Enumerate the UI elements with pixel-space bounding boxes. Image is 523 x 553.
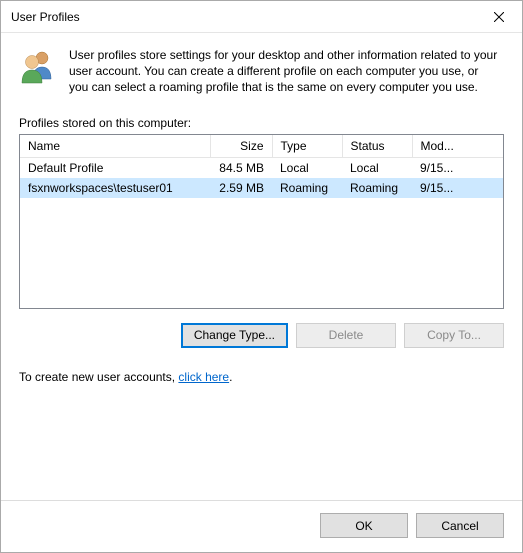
column-header-type[interactable]: Type [272, 135, 342, 158]
close-icon [494, 12, 504, 22]
cell-size: 84.5 MB [210, 157, 272, 178]
intro-section: User profiles store settings for your de… [19, 47, 504, 96]
table-row[interactable]: fsxnworkspaces\testuser01 2.59 MB Roamin… [20, 178, 503, 198]
copy-to-button: Copy To... [404, 323, 504, 348]
cell-type: Roaming [272, 178, 342, 198]
dialog-footer: OK Cancel [1, 500, 522, 552]
delete-button: Delete [296, 323, 396, 348]
cell-name: fsxnworkspaces\testuser01 [20, 178, 210, 198]
cancel-button[interactable]: Cancel [416, 513, 504, 538]
dialog-body: User profiles store settings for your de… [1, 33, 522, 500]
column-header-status[interactable]: Status [342, 135, 412, 158]
column-header-modified[interactable]: Mod... [412, 135, 503, 158]
column-header-size[interactable]: Size [210, 135, 272, 158]
intro-text: User profiles store settings for your de… [69, 47, 504, 96]
table-row[interactable]: Default Profile 84.5 MB Local Local 9/15… [20, 157, 503, 178]
cell-modified: 9/15... [412, 157, 503, 178]
cell-size: 2.59 MB [210, 178, 272, 198]
users-icon [19, 47, 57, 96]
cell-modified: 9/15... [412, 178, 503, 198]
profiles-table[interactable]: Name Size Type Status Mod... Default Pro… [20, 135, 503, 198]
profiles-list-label: Profiles stored on this computer: [19, 116, 504, 130]
profiles-table-container: Name Size Type Status Mod... Default Pro… [19, 134, 504, 309]
window-title: User Profiles [11, 10, 476, 24]
cell-name: Default Profile [20, 157, 210, 178]
close-button[interactable] [476, 1, 522, 33]
create-account-suffix: . [229, 370, 232, 384]
create-account-prefix: To create new user accounts, [19, 370, 178, 384]
change-type-button[interactable]: Change Type... [181, 323, 288, 348]
ok-button[interactable]: OK [320, 513, 408, 538]
profile-action-buttons: Change Type... Delete Copy To... [19, 323, 504, 348]
create-account-link[interactable]: click here [178, 370, 229, 384]
cell-status: Roaming [342, 178, 412, 198]
create-account-text: To create new user accounts, click here. [19, 370, 504, 384]
titlebar: User Profiles [1, 1, 522, 33]
user-profiles-dialog: User Profiles User profiles store settin… [0, 0, 523, 553]
cell-type: Local [272, 157, 342, 178]
cell-status: Local [342, 157, 412, 178]
table-header-row: Name Size Type Status Mod... [20, 135, 503, 158]
column-header-name[interactable]: Name [20, 135, 210, 158]
